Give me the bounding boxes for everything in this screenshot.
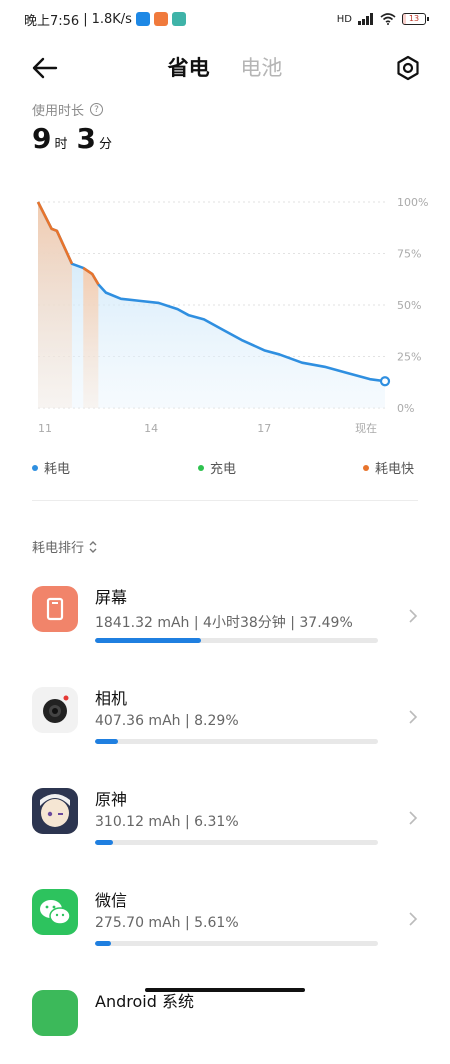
app-usage-detail: 1841.32 mAh | 4小时38分钟 | 37.49% [95, 612, 353, 632]
chevron-right-icon [408, 911, 418, 927]
settings-gear-icon[interactable] [394, 54, 422, 82]
y-tick-label: 0% [397, 402, 414, 415]
usage-hours: 9 [32, 122, 51, 155]
list-item-camera[interactable]: 相机 407.36 mAh | 8.29% [0, 681, 450, 761]
wifi-icon [380, 13, 396, 25]
legend-dot [198, 465, 204, 471]
usage-label-text: 使用时长 [32, 100, 84, 119]
y-tick-label: 25% [397, 351, 421, 364]
chevron-right-icon [408, 608, 418, 624]
y-tick-label: 50% [397, 299, 421, 312]
status-bar: 晚上7:56 | 1.8K/s HD 13 [0, 0, 450, 38]
genshin-icon [32, 788, 78, 834]
screen-icon [32, 586, 78, 632]
status-separator: | [83, 12, 87, 27]
usage-duration-label: 使用时长 ? [32, 100, 103, 119]
legend-item-charge: 充电 [198, 458, 236, 477]
x-tick-label: 11 [38, 422, 52, 435]
usage-bar [95, 941, 378, 946]
usage-bar-fill [95, 941, 111, 946]
usage-bar [95, 840, 378, 845]
usage-bar-fill [95, 638, 201, 643]
app-usage-detail: 407.36 mAh | 8.29% [95, 713, 239, 729]
x-tick-label: 14 [144, 422, 158, 435]
usage-duration-value: 9 时 3 分 [32, 122, 118, 155]
fast-drain-area [83, 268, 98, 408]
usage-bar-fill [95, 739, 118, 744]
x-tick-label: 17 [257, 422, 271, 435]
list-item-genshin[interactable]: 原神 310.12 mAh | 6.31% [0, 782, 450, 862]
app-usage-detail: 310.12 mAh | 6.31% [95, 814, 239, 830]
tab-battery[interactable]: 电池 [240, 52, 282, 82]
list-item-android-system[interactable]: Android 系统 [0, 984, 450, 1064]
current-level-marker [381, 377, 389, 385]
notification-app-icon [154, 12, 168, 26]
usage-minutes: 3 [77, 122, 96, 155]
app-name: 屏幕 [95, 584, 127, 608]
legend-dot [363, 465, 369, 471]
fast-drain-area [38, 202, 72, 408]
legend-label: 耗电快 [375, 458, 414, 477]
app-name: 相机 [95, 685, 127, 709]
chart-legend: 耗电 充电 耗电快 [0, 458, 450, 478]
legend-label: 充电 [210, 458, 236, 477]
list-item-screen[interactable]: 屏幕 1841.32 mAh | 4小时38分钟 | 37.49% [0, 580, 450, 660]
tab-bar: 省电 电池 [0, 52, 450, 82]
status-speed: 1.8K/s [92, 12, 132, 27]
battery-icon: 13 [402, 13, 426, 25]
wechat-icon [32, 889, 78, 935]
home-indicator[interactable] [145, 988, 305, 992]
battery-level-chart: 100% 75% 50% 25% 0% 11 14 17 现在 [0, 180, 450, 440]
status-right: HD 13 [337, 13, 426, 25]
chevron-right-icon [408, 709, 418, 725]
notification-app-icon [172, 12, 186, 26]
usage-bar [95, 739, 378, 744]
signal-icon [358, 13, 374, 25]
app-name: 微信 [95, 887, 127, 911]
android-icon [32, 990, 78, 1036]
legend-item-fast-drain: 耗电快 [363, 458, 414, 477]
x-tick-label: 现在 [355, 422, 377, 435]
app-usage-detail: 275.70 mAh | 5.61% [95, 915, 239, 931]
status-time: 晚上7:56 [24, 10, 79, 29]
tab-power-saving[interactable]: 省电 [168, 52, 210, 82]
usage-minutes-unit: 分 [99, 133, 112, 152]
legend-dot [32, 465, 38, 471]
help-icon[interactable]: ? [90, 103, 103, 116]
list-item-wechat[interactable]: 微信 275.70 mAh | 5.61% [0, 883, 450, 963]
ranking-title: 耗电排行 [32, 537, 84, 556]
battery-fill [403, 14, 406, 24]
y-tick-label: 100% [397, 196, 428, 209]
notification-app-icon [136, 12, 150, 26]
legend-item-drain: 耗电 [32, 458, 70, 477]
usage-bar [95, 638, 378, 643]
ranking-sort-toggle[interactable]: 耗电排行 [32, 537, 98, 556]
divider [32, 500, 418, 501]
y-tick-label: 75% [397, 248, 421, 261]
app-name: 原神 [95, 786, 127, 810]
top-bar: 省电 电池 [0, 48, 450, 88]
hd-label: HD [337, 14, 352, 25]
battery-level: 13 [409, 14, 419, 23]
legend-label: 耗电 [44, 458, 70, 477]
camera-icon [32, 687, 78, 733]
usage-bar-fill [95, 840, 113, 845]
chevron-right-icon [408, 810, 418, 826]
status-left: 晚上7:56 | 1.8K/s [24, 10, 186, 29]
usage-hours-unit: 时 [54, 133, 67, 152]
sort-icon [88, 540, 98, 554]
